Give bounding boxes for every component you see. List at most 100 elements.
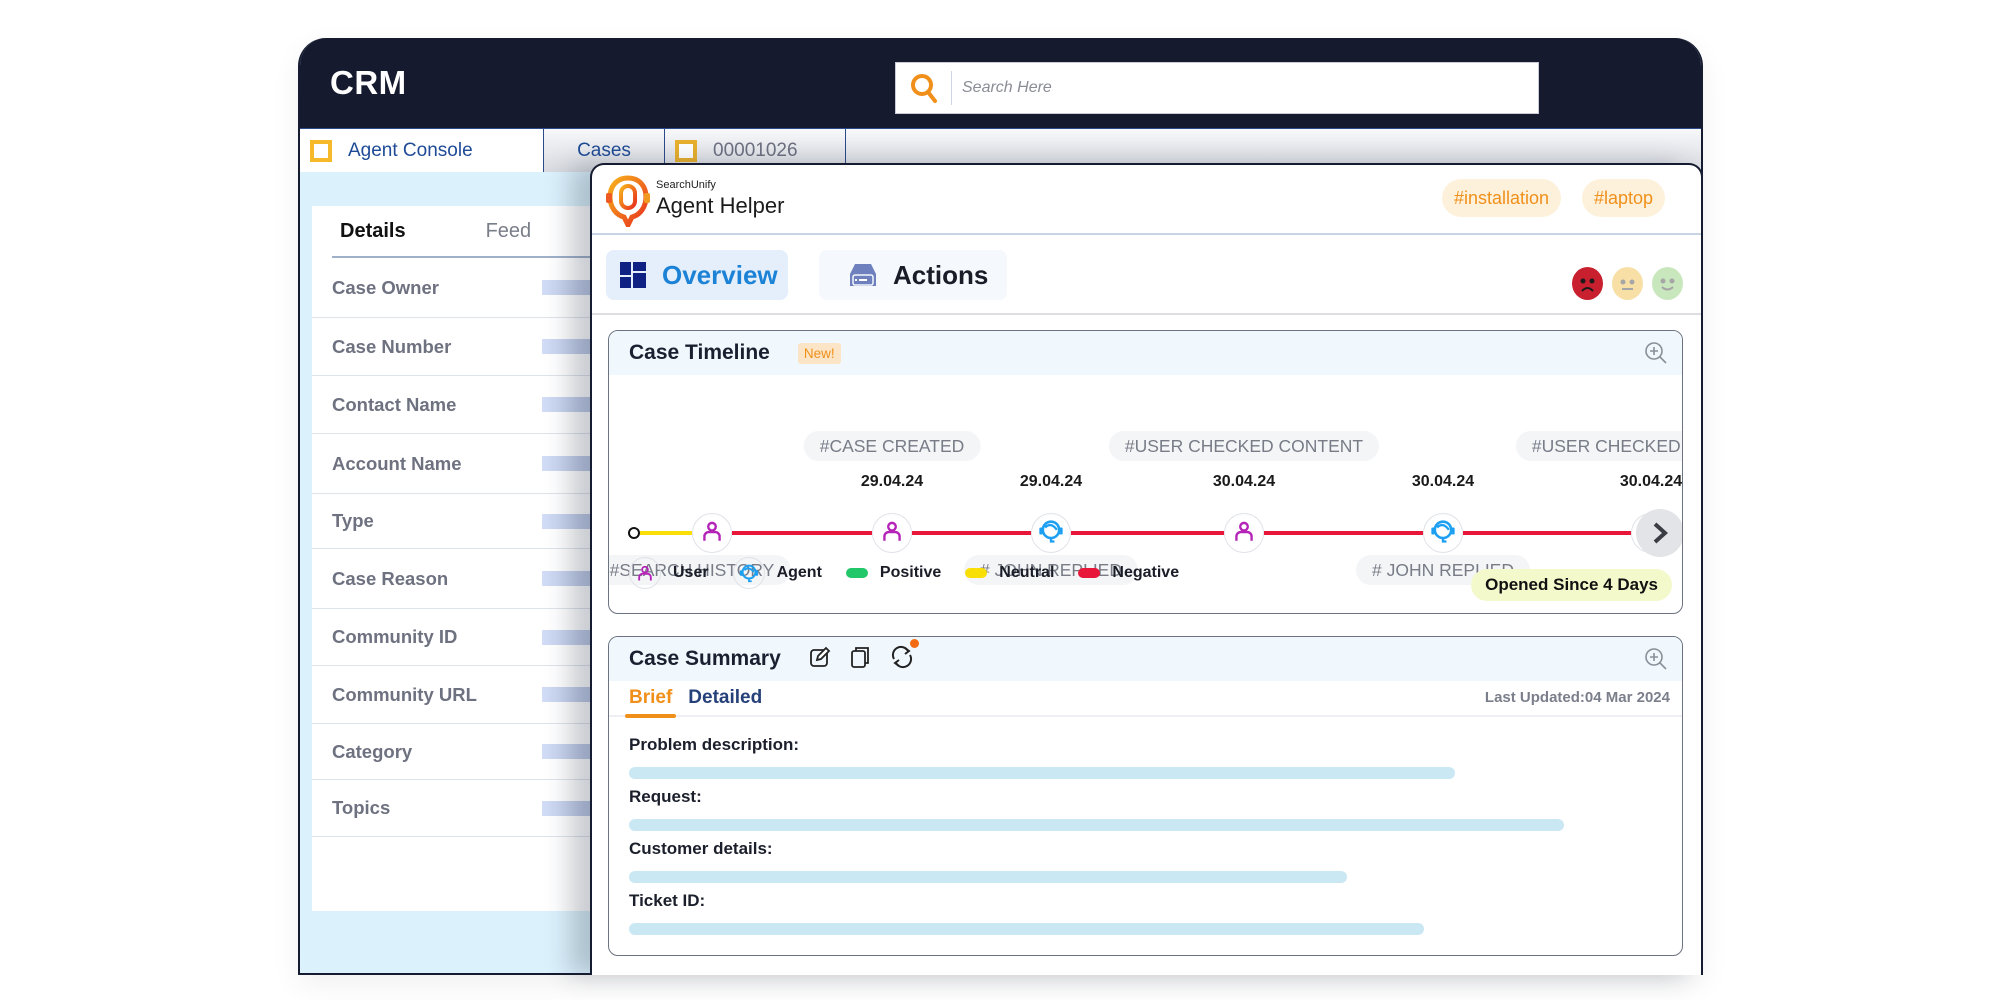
field-label: Account Name [332,452,462,474]
tab-label: Cases [577,140,631,161]
timeline-segment-negative [912,531,1031,535]
square-icon [675,140,697,162]
field-label: Contact Name [332,393,457,415]
summary-content-placeholder [629,767,1456,779]
summary-body: Problem description: Request: Customer det… [609,717,1682,945]
agent-icon [1037,517,1065,550]
refresh-icon[interactable] [889,638,919,674]
tab-overview[interactable]: Overview [606,250,788,300]
field-label: Case Number [332,335,452,357]
edit-icon[interactable] [809,646,831,673]
agent-event-node[interactable] [1423,513,1463,553]
tab-agent-console[interactable]: Agent Console [300,129,544,173]
neutral-swatch [965,568,988,578]
timeline-segment-negative [1463,531,1631,535]
timeline-segment-neutral [640,531,692,535]
detail-field-row: Account Name [312,434,602,494]
detail-field-row: Type [312,494,602,549]
details-tabs: Details Feed [332,206,600,258]
user-icon [629,557,661,589]
field-label: Community ID [332,626,458,647]
agent-icon [1429,517,1457,550]
summary-content-placeholder [629,923,1425,935]
summary-title: Case Summary [629,647,781,670]
summary-content-placeholder [629,871,1347,883]
user-icon [1231,518,1257,549]
crm-header: CRM [300,38,1701,128]
event-date: 29.04.24 [1019,473,1083,490]
hashtag-chip[interactable]: #installation [1442,179,1562,217]
helper-header: SearchUnify Agent Helper #installation #… [592,165,1701,235]
search-input[interactable] [962,79,1522,97]
detail-field-row: Community ID [312,609,602,666]
case-details-pane: Details Feed Case Owner Case Number Contac… [300,172,602,973]
negative-swatch [1078,568,1101,578]
user-icon [699,518,725,549]
tab-detailed[interactable]: Detailed [688,680,762,716]
field-label: Community URL [332,683,477,705]
summary-tabs: Brief Detailed Last Updated:04 Mar 2024 [609,680,1682,718]
event-date: 29.04.24 [860,473,924,490]
copy-icon[interactable] [849,646,871,673]
agent-helper-panel: SearchUnify Agent Helper #installation #… [590,163,1703,975]
summary-section-label: Request: [629,787,702,806]
agent-icon [732,557,765,589]
zoom-in-icon[interactable] [1644,647,1668,676]
detail-field-row: Case Reason [312,549,602,609]
search-box[interactable] [895,62,1539,114]
summary-section-label: Problem description: [629,735,800,754]
legend-label: Neutral [999,564,1055,581]
case-summary-card: Case Summary Brief Detailed Last Updated… [608,636,1683,956]
field-label: Case Reason [332,567,449,589]
summary-section-label: Ticket ID: [629,891,706,910]
legend-label: User [673,564,709,581]
detail-field-row: Community URL [312,666,602,724]
last-updated: Last Updated:04 Mar 2024 [1484,689,1670,706]
user-event-node[interactable] [872,513,912,553]
field-label: Topics [332,797,391,818]
timeline-next-button[interactable] [1636,509,1682,557]
user-event-node[interactable] [1224,513,1264,553]
tab-label: Overview [662,259,778,290]
app-title: CRM [330,64,407,101]
hashtag-chip[interactable]: #laptop [1582,179,1666,217]
case-age-badge: Opened Since 4 Days [1471,569,1672,601]
tab-label: 00001026 [713,140,798,161]
details-card: Details Feed Case Owner Case Number Contac… [312,206,602,911]
legend-item-user: User [629,557,709,589]
tab-actions[interactable]: Actions [819,250,1007,300]
legend-item-positive: Positive [845,564,941,582]
notification-dot [909,638,919,648]
tab-feed[interactable]: Feed [486,220,532,243]
summary-section-label: Customer details: [629,839,773,858]
event-date: 30.04.24 [1411,473,1475,490]
tab-details[interactable]: Details [340,220,406,243]
field-label: Type [332,510,374,531]
search-icon[interactable] [896,71,952,105]
tab-brief[interactable]: Brief [624,680,677,718]
neutral-face-icon[interactable] [1612,267,1643,300]
brand-company: SearchUnify [656,179,716,191]
happy-face-icon[interactable] [1652,267,1683,300]
event-date: 30.04.24 [1619,473,1683,490]
sentiment-selector [1572,267,1683,300]
searchunify-logo-icon [606,175,650,227]
legend-item-negative: Negative [1078,564,1179,582]
timeline-segment-negative [1071,531,1224,535]
user-event-node[interactable] [692,513,732,553]
legend-item-neutral: Neutral [965,564,1054,582]
sad-face-icon[interactable] [1572,267,1603,300]
brand-product: Agent Helper [656,193,785,218]
legend-label: Agent [776,564,822,581]
timeline-title: Case Timeline [629,341,770,364]
event-tag: #CASE CREATED [803,431,981,461]
zoom-in-icon[interactable] [1644,341,1668,370]
agent-event-node[interactable] [1031,513,1071,553]
detail-field-row: Case Number [312,318,602,376]
legend-label: Negative [1112,564,1180,581]
timeline-start-dot [628,527,640,539]
case-timeline-card: Case Timeline New! #SEARCH HISTORY 29.04.… [608,330,1683,614]
legend-item-agent: Agent [732,557,822,589]
user-icon [879,518,905,549]
event-date: 30.04.24 [1212,473,1276,490]
